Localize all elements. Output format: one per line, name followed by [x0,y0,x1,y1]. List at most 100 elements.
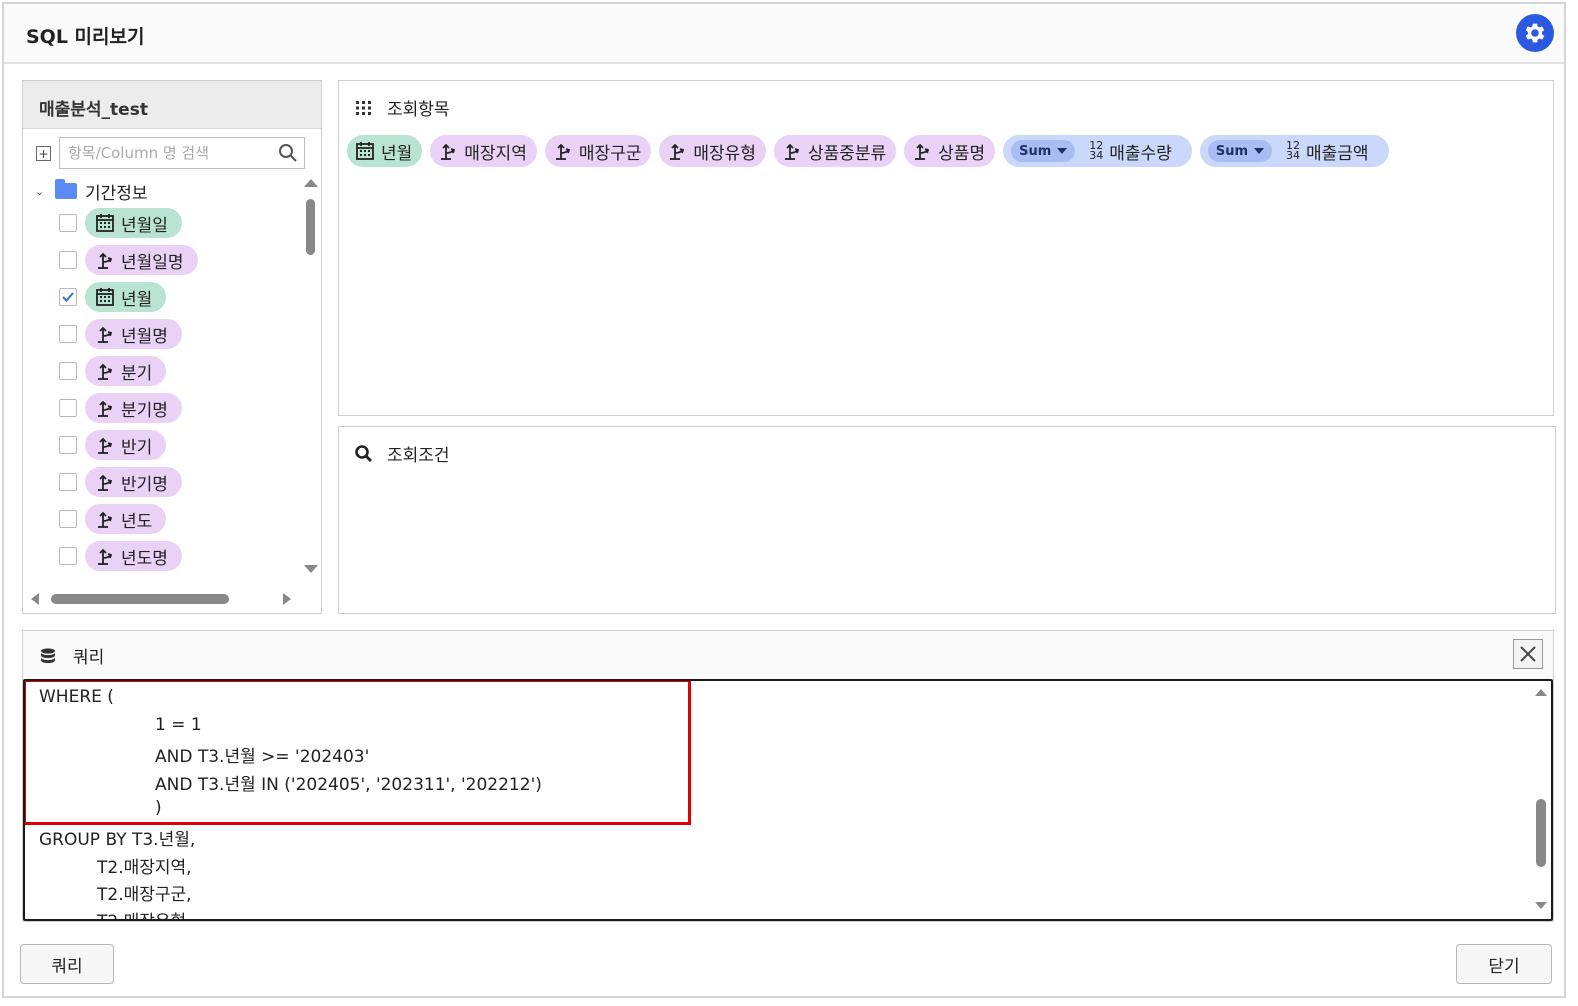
selected-column-chip[interactable]: 매장지역 [430,135,537,167]
tree-item[interactable]: 년월명 [59,318,182,350]
tree-folder-period[interactable]: ⌄ 기간정보 [35,177,148,205]
folder-icon [55,179,77,199]
dimension-icon [98,252,113,269]
tree-item[interactable]: 년도 [59,503,167,535]
tree-item-checkbox[interactable] [59,547,77,565]
tree-item[interactable]: 년월 [59,281,167,313]
query-button[interactable]: 쿼리 [20,944,114,984]
tree-item-label: 반기 [121,437,153,458]
dimension-icon [441,143,456,160]
folder-label: 기간정보 [85,183,148,204]
tree-vertical-scrollbar[interactable] [301,177,319,577]
search-icon [353,444,375,464]
tree-item-checkbox[interactable] [59,214,77,232]
tree-item-checkbox[interactable] [59,473,77,491]
tree-item[interactable]: 분기 [59,355,167,387]
tree-item-pill[interactable]: 년도명 [85,541,182,571]
tree-item-checkbox[interactable] [59,325,77,343]
dimension-icon [98,511,113,528]
tree-item[interactable]: 년월일명 [59,244,198,276]
query-close-button[interactable] [1513,639,1543,669]
query-title-group: 쿼리 [39,643,104,668]
tree-item-pill[interactable]: 분기 [85,356,167,386]
aggregate-dropdown[interactable]: Sum [1011,140,1076,162]
scroll-left-arrow-icon[interactable] [31,593,39,605]
tree-item-pill[interactable]: 년월명 [85,319,182,349]
sql-code-editor[interactable]: WHERE ( 1 = 1 AND T3.년월 >= '202403' AND … [23,679,1553,921]
code-line: T2.매장구군, [97,885,192,905]
scroll-thumb[interactable] [1536,799,1546,867]
tree-item-pill[interactable]: 반기명 [85,467,182,497]
selected-column-chip[interactable]: Sum 12 34 매출금액 [1199,135,1389,167]
scroll-up-arrow-icon[interactable] [1535,689,1547,696]
query-header: 쿼리 [23,631,1553,679]
selected-column-label: 상품명 [938,143,986,164]
tree-item[interactable]: 분기명 [59,392,182,424]
selected-column-label: 매장구군 [578,143,642,164]
tree-item-label: 년도명 [121,548,168,569]
selected-column-chip[interactable]: 상품중분류 [773,135,897,167]
tree-item-pill[interactable]: 년월 [85,282,167,312]
dimension-icon [915,143,930,160]
tree-item-pill[interactable]: 년도 [85,504,167,534]
tree-item[interactable]: 반기 [59,429,167,461]
scroll-down-arrow-icon[interactable] [304,565,318,573]
tree-item[interactable]: 년월일 [59,207,182,239]
sql-preview-dialog: SQL 미리보기 매출분석_test + ⌄ 기간정보 년월일년월일명년월년월명… [2,2,1566,998]
column-search-row: + [33,137,313,171]
aggregate-dropdown[interactable]: Sum [1207,140,1272,162]
tree-item-label: 반기명 [121,474,168,495]
tree-horizontal-scrollbar[interactable] [23,589,319,609]
calendar-icon [356,142,374,160]
tree-item-pill[interactable]: 분기명 [85,393,182,423]
scroll-thumb[interactable] [306,199,315,255]
tree-item-checkbox[interactable] [59,510,77,528]
tree-item-checkbox[interactable] [59,251,77,269]
scroll-thumb-horizontal[interactable] [51,594,229,604]
tree-item-pill[interactable]: 년월일명 [85,245,198,275]
selected-column-chip[interactable]: Sum 12 34 매출수량 [1003,135,1192,167]
column-search-input[interactable] [59,137,305,169]
tree-item[interactable]: 반기명 [59,466,182,498]
selected-column-chip[interactable]: 매장유형 [659,135,766,167]
aggregate-label: Sum [1215,143,1248,159]
code-vertical-scrollbar[interactable] [1531,681,1551,919]
dimension-icon [555,143,570,160]
search-icon[interactable] [278,143,298,163]
tree-item[interactable]: 년도명 [59,540,182,572]
tree-item-checkbox[interactable] [59,362,77,380]
code-line: T2.매장유형, [97,907,192,919]
tree-item-checkbox[interactable] [59,399,77,417]
tree-item-label: 년월 [121,289,153,310]
dimension-icon [670,143,685,160]
code-line: 1 = 1 [155,715,202,735]
selected-column-chip[interactable]: 상품명 [904,135,996,167]
code-line: T2.매장지역, [97,858,192,878]
conditions-title: 조회조건 [387,446,450,466]
tree-item-checkbox[interactable] [59,436,77,454]
selected-column-label: 매장지역 [464,143,527,164]
selected-column-label: 매장유형 [693,143,756,164]
conditions-header: 조회조건 [353,441,450,466]
tree-item-label: 분기명 [121,400,168,421]
scroll-down-arrow-icon[interactable] [1535,902,1547,909]
selected-columns-panel: 조회항목 년월 매장지역 매장구군 매장유형 상품중분류 상품명 Sum 12 34 매출수량 Su… [338,80,1554,416]
settings-button[interactable] [1516,14,1554,52]
code-line: GROUP BY T3.년월, [39,830,196,850]
tree-item-pill[interactable]: 년월일 [85,208,182,238]
scroll-right-arrow-icon[interactable] [283,593,291,605]
tree-item-label: 분기 [121,363,153,384]
selected-column-chip[interactable]: 년월 [347,135,423,167]
column-tree: ⌄ 기간정보 년월일년월일명년월년월명분기분기명반기반기명년도년도명 [23,177,299,577]
selected-column-label: 년월 [381,143,413,164]
dimension-icon [98,400,113,417]
query-panel: 쿼리 WHERE ( 1 = 1 AND T3.년월 >= '202403' A… [22,630,1554,922]
scroll-up-arrow-icon[interactable] [304,179,318,187]
tree-item-pill[interactable]: 반기 [85,430,167,460]
chevron-down-icon[interactable]: ⌄ [35,185,49,198]
database-icon [41,647,55,663]
close-dialog-button[interactable]: 닫기 [1456,944,1552,984]
tree-item-checkbox[interactable] [59,288,77,306]
selected-column-chip[interactable]: 매장구군 [544,135,652,167]
expand-all-icon[interactable]: + [36,146,51,161]
